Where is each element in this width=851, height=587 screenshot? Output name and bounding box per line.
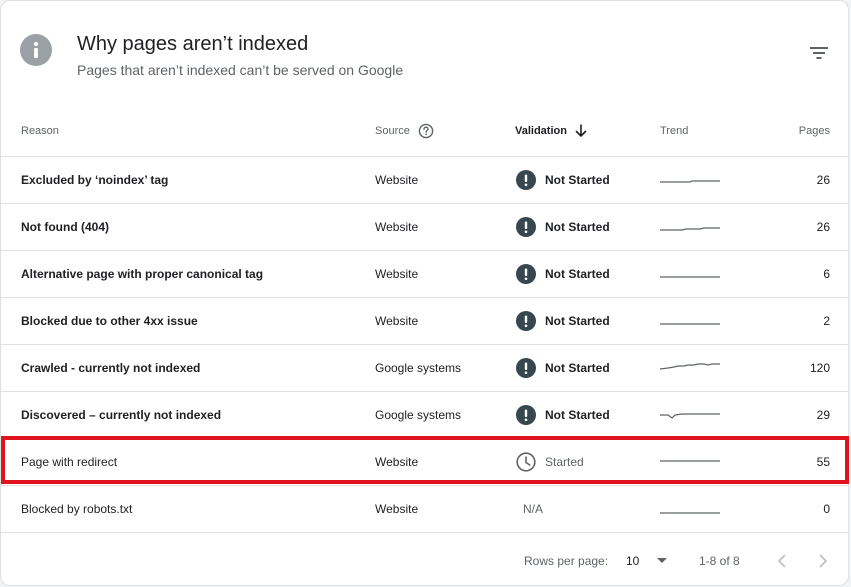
trend-sparkline xyxy=(660,204,720,250)
pagination-bar: Rows per page: 10 1-8 of 8 xyxy=(1,534,848,585)
row-pages: 6 xyxy=(823,267,830,281)
row-reason: Alternative page with proper canonical t… xyxy=(21,267,264,281)
validation-status: Started xyxy=(545,455,584,469)
row-pages: 29 xyxy=(816,408,830,422)
table-row[interactable]: Blocked due to other 4xx issue Website N… xyxy=(1,298,848,345)
column-header-validation[interactable]: Validation xyxy=(515,105,587,156)
page-title: Why pages aren’t indexed xyxy=(77,33,309,55)
table-body: Excluded by ‘noindex’ tag Website Not St… xyxy=(1,157,848,533)
column-header-source[interactable]: Source xyxy=(375,105,434,156)
row-reason: Not found (404) xyxy=(21,220,109,234)
row-source: Google systems xyxy=(375,361,462,375)
pagination-range: 1-8 of 8 xyxy=(699,553,740,568)
column-header-reason[interactable]: Reason xyxy=(21,105,59,156)
row-pages: 120 xyxy=(809,361,830,375)
row-validation: Not Started xyxy=(516,204,610,250)
row-reason: Blocked by robots.txt xyxy=(21,502,133,516)
row-reason: Page with redirect xyxy=(21,455,118,469)
row-source: Website xyxy=(375,314,419,328)
row-reason: Excluded by ‘noindex’ tag xyxy=(21,173,169,187)
row-validation: Not Started xyxy=(516,251,610,297)
validation-status: Not Started xyxy=(545,314,610,328)
column-header-pages[interactable]: Pages xyxy=(799,105,830,156)
column-header-source-label: Source xyxy=(375,124,410,137)
row-source: Website xyxy=(375,173,419,187)
filter-icon[interactable] xyxy=(807,41,831,65)
row-pages: 26 xyxy=(816,173,830,187)
caret-down-icon xyxy=(657,557,668,564)
info-icon xyxy=(20,34,52,66)
help-circle-icon[interactable] xyxy=(418,123,434,139)
trend-sparkline xyxy=(660,298,720,344)
row-source: Website xyxy=(375,267,419,281)
row-reason: Blocked due to other 4xx issue xyxy=(21,314,198,328)
row-validation: Not Started xyxy=(516,392,610,438)
row-validation: Not Started xyxy=(516,345,610,391)
chevron-left-icon[interactable] xyxy=(774,534,790,585)
exclamation-circle-icon xyxy=(516,311,536,331)
chevron-right-icon[interactable] xyxy=(815,534,831,585)
table-row[interactable]: Discovered – currently not indexed Googl… xyxy=(1,392,848,439)
rows-per-page-label: Rows per page: xyxy=(524,553,609,568)
row-source: Website xyxy=(375,220,419,234)
arrow-down-icon xyxy=(575,123,587,138)
exclamation-circle-icon xyxy=(516,405,536,425)
row-validation: Not Started xyxy=(516,157,610,203)
exclamation-circle-icon xyxy=(516,170,536,190)
row-source: Website xyxy=(375,455,419,469)
validation-status: Not Started xyxy=(545,267,610,281)
row-reason: Discovered – currently not indexed xyxy=(21,408,222,422)
row-source: Website xyxy=(375,502,419,516)
column-header-validation-label: Validation xyxy=(515,124,567,137)
row-pages: 2 xyxy=(823,314,830,328)
rows-per-page-value: 10 xyxy=(626,553,640,568)
index-report-card: Why pages aren’t indexed Pages that aren… xyxy=(0,0,849,586)
row-validation: Not Started xyxy=(516,298,610,344)
table-header: Reason Source Validation Trend Pages xyxy=(1,105,848,157)
row-validation: N/A xyxy=(516,486,543,532)
row-validation: Started xyxy=(516,439,584,485)
trend-sparkline xyxy=(660,392,720,438)
validation-status: Not Started xyxy=(545,173,610,187)
trend-sparkline xyxy=(660,345,720,391)
validation-status: Not Started xyxy=(545,408,610,422)
table-row[interactable]: Blocked by robots.txt Website N/A 0 xyxy=(1,486,848,533)
table-row[interactable]: Alternative page with proper canonical t… xyxy=(1,251,848,298)
validation-status: Not Started xyxy=(545,220,610,234)
clock-icon xyxy=(516,452,536,472)
validation-status: N/A xyxy=(523,502,544,516)
column-header-trend: Trend xyxy=(660,124,689,137)
exclamation-circle-icon xyxy=(516,264,536,284)
table-row[interactable]: Excluded by ‘noindex’ tag Website Not St… xyxy=(1,157,848,204)
table-row[interactable]: Not found (404) Website Not Started 26 xyxy=(1,204,848,251)
trend-sparkline xyxy=(660,439,720,485)
trend-sparkline xyxy=(660,486,720,532)
row-pages: 55 xyxy=(816,455,830,469)
table-row[interactable]: Page with redirect Website Started 55 xyxy=(1,439,848,486)
exclamation-circle-icon xyxy=(516,358,536,378)
row-reason: Crawled - currently not indexed xyxy=(21,361,201,375)
rows-per-page-select[interactable]: 10 xyxy=(626,534,668,585)
row-pages: 26 xyxy=(816,220,830,234)
table-row[interactable]: Crawled - currently not indexed Google s… xyxy=(1,345,848,392)
page-subtitle: Pages that aren’t indexed can’t be serve… xyxy=(77,62,404,78)
trend-sparkline xyxy=(660,251,720,297)
row-source: Google systems xyxy=(375,408,462,422)
exclamation-circle-icon xyxy=(516,217,536,237)
validation-status: Not Started xyxy=(545,361,610,375)
row-pages: 0 xyxy=(823,502,830,516)
trend-sparkline xyxy=(660,157,720,203)
